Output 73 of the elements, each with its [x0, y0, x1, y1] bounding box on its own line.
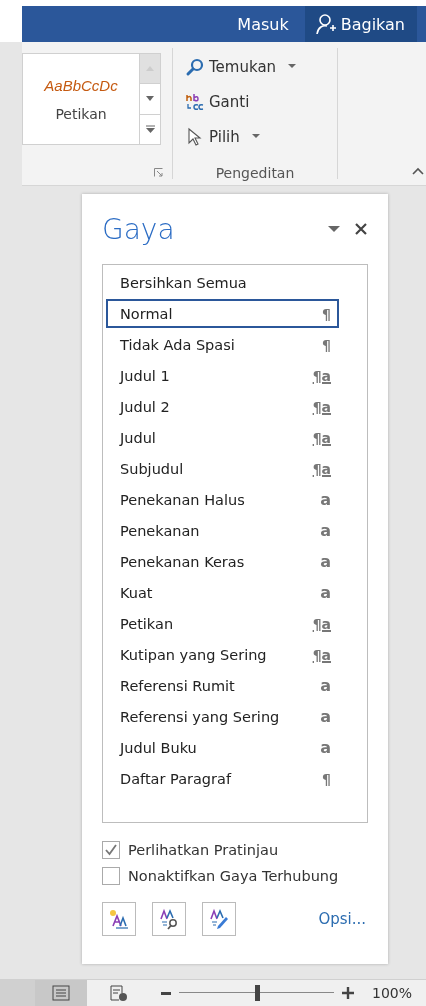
linked-style-mark: ¶a: [312, 615, 331, 632]
character-style-mark: a: [320, 583, 331, 602]
zoom-out-icon[interactable]: [161, 991, 171, 995]
paragraph-style-mark: ¶: [322, 336, 331, 353]
search-icon: [185, 56, 205, 77]
style-item[interactable]: Judul 1 ¶a: [106, 361, 339, 390]
web-page-icon: [110, 985, 128, 1001]
style-item[interactable]: Normal ¶: [106, 299, 339, 328]
sign-in-link[interactable]: Masuk: [237, 14, 289, 34]
zoom-slider[interactable]: [179, 985, 334, 1001]
new-style-icon: [108, 908, 130, 930]
replace-icon: [185, 91, 205, 112]
ribbon-button[interactable]: Pilih: [183, 122, 262, 151]
character-style-mark: a: [320, 521, 331, 540]
style-item[interactable]: Daftar Paragraf ¶: [106, 764, 339, 793]
style-item[interactable]: Subjudul ¶a: [106, 454, 339, 483]
ribbon-button[interactable]: Temukan: [183, 52, 299, 81]
linked-style-mark: ¶a: [312, 460, 331, 477]
style-item[interactable]: Kutipan yang Sering ¶a: [106, 640, 339, 669]
style-gallery-item[interactable]: AaBbCcDc Petikan: [22, 53, 139, 145]
new-style-button[interactable]: [102, 902, 136, 936]
dropdown-caret-icon: [288, 64, 297, 69]
expand-icon: [145, 125, 155, 134]
checkbox[interactable]: [102, 841, 120, 859]
collapse-ribbon-icon[interactable]: [412, 167, 424, 175]
group-label: Pengeditan: [215, 165, 295, 181]
style-item[interactable]: Penekanan Halus a: [106, 485, 339, 514]
linked-style-mark: ¶a: [312, 398, 331, 415]
paragraph-style-mark: ¶: [322, 770, 331, 787]
style-item[interactable]: Judul Buku a: [106, 733, 339, 762]
character-style-mark: a: [320, 738, 331, 757]
style-item[interactable]: Referensi yang Sering a: [106, 702, 339, 731]
style-item[interactable]: Bersihkan Semua: [106, 268, 339, 297]
style-item[interactable]: Penekanan Keras a: [106, 547, 339, 576]
linked-style-mark: ¶a: [312, 367, 331, 384]
person-add-icon: [314, 13, 337, 35]
scroll-down-button[interactable]: [140, 84, 160, 115]
cursor-icon: [185, 126, 205, 147]
page-icon: [52, 985, 70, 1001]
checkbox-label: Nonaktifkan Gaya Terhubung: [128, 868, 339, 884]
options-link[interactable]: Opsi...: [318, 910, 366, 928]
down-caret-icon: [146, 96, 154, 102]
style-item[interactable]: Judul ¶a: [106, 423, 339, 452]
zoom-level[interactable]: 100%: [372, 985, 413, 1001]
ribbon-button[interactable]: Ganti: [183, 87, 252, 116]
checkbox[interactable]: [102, 867, 120, 885]
dialog-launcher-icon[interactable]: [154, 168, 163, 177]
style-item[interactable]: Penekanan a: [106, 516, 339, 545]
manage-styles-button[interactable]: [202, 902, 236, 936]
linked-style-mark: ¶a: [312, 429, 331, 446]
zoom-in-icon[interactable]: [342, 987, 354, 999]
character-style-mark: a: [320, 552, 331, 571]
style-item[interactable]: Petikan ¶a: [106, 609, 339, 638]
character-style-mark: a: [320, 707, 331, 726]
dropdown-caret-icon: [251, 134, 260, 139]
style-inspector-button[interactable]: [152, 902, 186, 936]
character-style-mark: a: [320, 490, 331, 509]
pane-title: Gaya: [102, 212, 176, 246]
checkbox-label: Perlihatkan Pratinjau: [128, 842, 279, 858]
style-item[interactable]: Kuat a: [106, 578, 339, 607]
manage-styles-icon: [208, 908, 230, 930]
paragraph-style-mark: ¶: [322, 305, 331, 322]
slider-thumb[interactable]: [254, 985, 260, 1001]
style-item[interactable]: Tidak Ada Spasi ¶: [106, 330, 339, 359]
more-styles-button[interactable]: [140, 114, 160, 144]
style-inspector-icon: [158, 908, 180, 930]
style-item[interactable]: Referensi Rumit a: [106, 671, 339, 700]
style-item[interactable]: Judul 2 ¶a: [106, 392, 339, 421]
linked-style-mark: ¶a: [312, 646, 331, 663]
share-button[interactable]: Bagikan: [304, 6, 417, 42]
character-style-mark: a: [320, 676, 331, 695]
close-icon[interactable]: [354, 222, 368, 236]
pane-menu-caret-icon[interactable]: [328, 225, 340, 233]
